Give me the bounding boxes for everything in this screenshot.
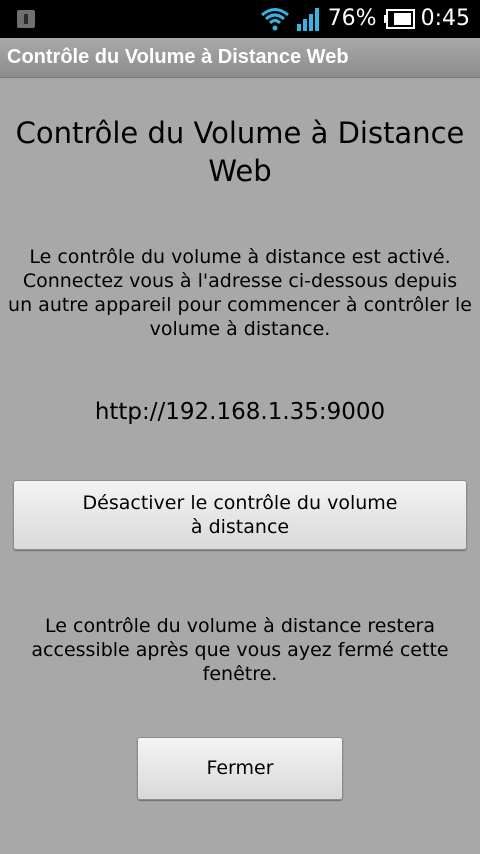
- battery-percent: 76%: [327, 6, 377, 31]
- page-heading: Contrôle du Volume à Distance Web: [0, 114, 480, 190]
- clock: 0:45: [420, 6, 470, 31]
- disable-button-label-1: Désactiver le contrôle du volume: [82, 492, 398, 514]
- title-bar: Contrôle du Volume à Distance Web: [0, 38, 480, 78]
- main-content: Contrôle du Volume à Distance Web Le con…: [0, 78, 480, 854]
- info-line-3: un autre appareil pour commencer à contr…: [8, 294, 472, 316]
- status-bar: 76% 0:45: [0, 0, 480, 38]
- info-line-2: Connectez vous à l'adresse ci-dessous de…: [22, 270, 458, 292]
- note-text: Le contrôle du volume à distance restera…: [0, 614, 480, 686]
- disable-button-label-2: à distance: [190, 516, 290, 538]
- status-indicators: 76% 0:45: [260, 0, 470, 38]
- close-button[interactable]: Fermer: [137, 737, 343, 800]
- app-title: Contrôle du Volume à Distance Web: [7, 46, 349, 68]
- disable-remote-control-button[interactable]: Désactiver le contrôle du volume à dista…: [13, 480, 467, 550]
- wifi-icon: [260, 8, 289, 31]
- info-line-4: volume à distance.: [149, 318, 331, 340]
- info-line-1: Le contrôle du volume à distance est act…: [29, 246, 451, 268]
- note-line-3: fenêtre.: [202, 663, 278, 685]
- notification-icon: [17, 10, 35, 28]
- server-url: http://192.168.1.35:9000: [94, 399, 386, 425]
- heading-line-1: Contrôle du Volume à Distance: [15, 116, 465, 150]
- battery-icon: [383, 9, 415, 29]
- note-line-1: Le contrôle du volume à distance restera: [45, 615, 435, 637]
- signal-icon: [296, 8, 319, 31]
- heading-line-2: Web: [208, 154, 272, 188]
- info-text: Le contrôle du volume à distance est act…: [0, 245, 480, 341]
- note-line-2: accessible après que vous ayez fermé cet…: [31, 639, 449, 661]
